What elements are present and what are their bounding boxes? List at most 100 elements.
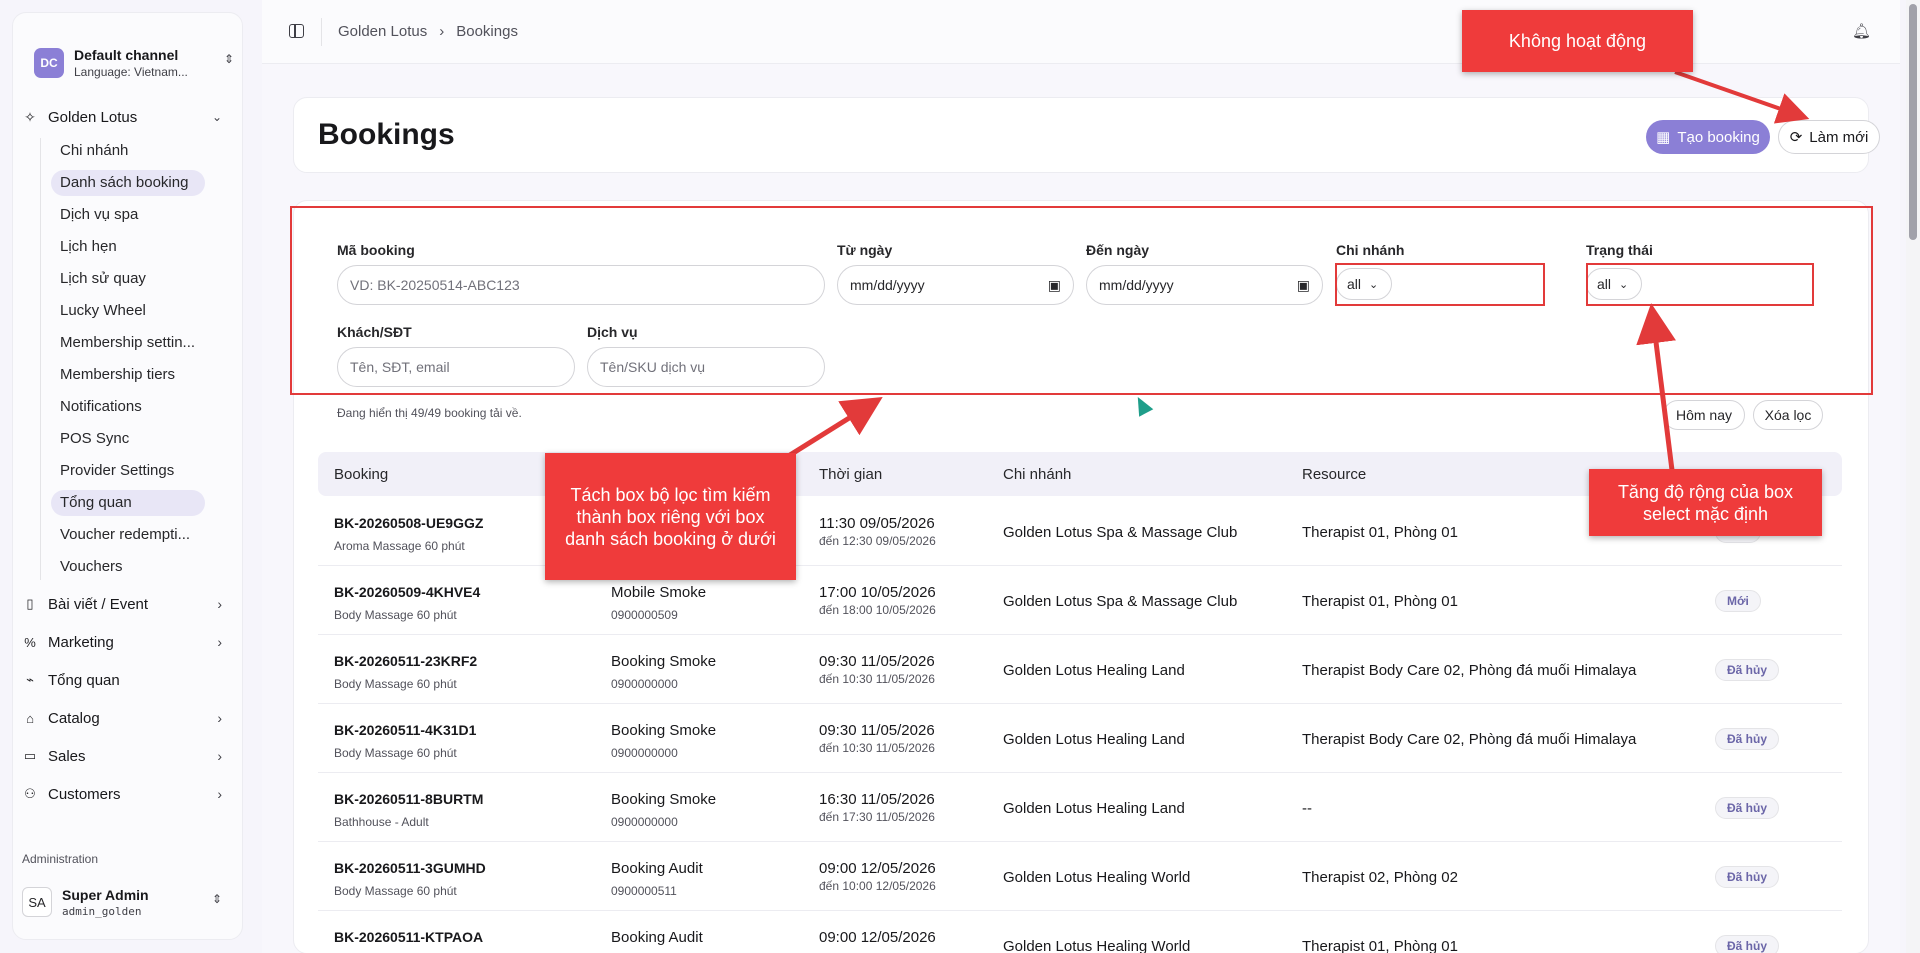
page-header-card: Bookings ▦ Tạo booking ⟳ Làm mới [293, 97, 1880, 173]
channel-title: Default channel [74, 47, 179, 63]
service-name: Body Massage 60 phút [334, 884, 457, 898]
end-time: đến 12:30 09/05/2026 [819, 534, 936, 548]
sidebar-subitem[interactable]: Tổng quan [51, 490, 205, 516]
sidebar-subitem[interactable]: Provider Settings [51, 458, 205, 484]
branch-name: Golden Lotus Healing Land [1003, 800, 1185, 817]
avatar: SA [22, 887, 52, 917]
sidebar-item[interactable]: ▭ Sales › [22, 745, 222, 767]
sidebar-subitem[interactable]: Membership settin... [51, 330, 205, 356]
resource-name: Therapist Body Care 02, Phòng đá muối Hi… [1302, 662, 1637, 679]
sidebar-subitem[interactable]: Voucher redempti... [51, 522, 205, 548]
sidebar-item[interactable]: % Marketing › [22, 631, 222, 653]
table-row[interactable]: BK-20260511-8BURTM Bathhouse - Adult Booki… [318, 773, 1842, 842]
start-time: 09:30 11/05/2026 [819, 722, 935, 739]
sidebar-subitem[interactable]: Lịch hẹn [51, 234, 205, 260]
sidebar-subitem[interactable]: Notifications [51, 394, 205, 420]
service-name: Body Massage 60 phút [334, 746, 457, 760]
chevrons-updown-icon: ⇕ [211, 892, 222, 906]
annotation-inactive-label: Không hoạt động [1462, 10, 1693, 72]
annotation-branch-select-box [1335, 263, 1545, 306]
table-row[interactable]: BK-20260511-3GUMHD Body Massage 60 phút Bo… [318, 842, 1842, 911]
refresh-icon: ⟳ [1789, 129, 1803, 146]
booking-code: BK-20260511-23KRF2 [334, 653, 478, 669]
customer-name: Booking Smoke [611, 722, 717, 739]
sidebar-toggle-icon[interactable] [289, 24, 304, 38]
status-badge: Đã hủy [1715, 935, 1780, 953]
tag-icon: ⌂ [26, 710, 34, 726]
sidebar-subitem[interactable]: Chi nhánh [51, 138, 205, 164]
clear-filter-button[interactable]: Xóa lọc [1753, 400, 1823, 430]
sidebar-subitem[interactable]: Membership tiers [51, 362, 205, 388]
branch-name: Golden Lotus Spa & Massage Club [1003, 524, 1238, 541]
service-name: Body Massage 60 phút [334, 608, 457, 622]
end-time: đến 10:30 11/05/2026 [819, 741, 935, 755]
start-time: 17:00 10/05/2026 [819, 584, 936, 601]
sidebar-item-label: Customers [48, 785, 121, 803]
sidebar-subitem[interactable]: Danh sách booking [51, 170, 205, 196]
breadcrumb: Golden Lotus › Bookings [338, 23, 518, 40]
channel-badge: DC [34, 48, 64, 78]
chevron-right-icon: › [217, 748, 222, 764]
table-row[interactable]: BK-20260511-23KRF2 Body Massage 60 phút Bo… [318, 635, 1842, 704]
service-name: Aroma Massage 60 phút [334, 539, 465, 553]
sidebar-item[interactable]: ⌁ Tổng quan [22, 669, 222, 691]
sidebar-subitem[interactable]: Lucky Wheel [51, 298, 205, 324]
end-time: đến 10:30 11/05/2026 [819, 672, 935, 686]
user-name: Super Admin [62, 886, 149, 903]
user-menu[interactable]: SA Super Admin admin_golden ⇕ [22, 884, 222, 920]
customer-name: Booking Audit [611, 929, 703, 946]
sidebar-item[interactable]: ▯ Bài viết / Event › [22, 593, 222, 615]
create-booking-button[interactable]: ▦ Tạo booking [1646, 120, 1770, 154]
breadcrumb-bookings: Bookings [456, 23, 518, 40]
start-time: 11:30 09/05/2026 [819, 515, 935, 532]
column-header-booking: Booking [334, 466, 389, 483]
scrollbar-thumb[interactable] [1909, 4, 1917, 240]
sidebar-subitem[interactable]: Vouchers [51, 554, 205, 580]
annotation-split-label: Tách box bộ lọc tìm kiếm thành box riêng… [545, 453, 796, 580]
bell-icon[interactable]: 🔔︎ [1852, 22, 1871, 40]
customer-phone: 0900000511 [611, 884, 677, 898]
customer-name: Booking Smoke [611, 791, 717, 808]
sidebar-item-label: Sales [48, 747, 86, 765]
table-row[interactable]: BK-20260511-KTPAOA Booking Audit 09:00 12/… [318, 911, 1842, 953]
customer-phone: 0900000000 [611, 677, 678, 691]
channel-switcher[interactable]: DC Default channel Language: Vietnam... … [34, 34, 234, 92]
status-badge: Đã hủy [1715, 797, 1780, 819]
start-time: 09:30 11/05/2026 [819, 653, 935, 670]
users-icon: ⚇ [24, 786, 36, 801]
page-title: Bookings [318, 118, 455, 151]
status-badge: Đã hủy [1715, 728, 1780, 750]
end-time: đến 18:00 10/05/2026 [819, 603, 936, 617]
nav-group-label: Golden Lotus [48, 108, 138, 126]
resource-name: Therapist Body Care 02, Phòng đá muối Hi… [1302, 731, 1637, 748]
divider [321, 18, 322, 46]
branch-name: Golden Lotus Healing Land [1003, 731, 1185, 748]
booking-code: BK-20260509-4KHVE4 [334, 584, 481, 600]
sidebar-subitem[interactable]: Lịch sử quay [51, 266, 205, 292]
nav-group-golden-lotus[interactable]: ✧ Golden Lotus ⌄ [22, 106, 222, 128]
customer-name: Booking Smoke [611, 653, 717, 670]
chevron-down-icon: ⌄ [211, 110, 222, 124]
column-header-branch: Chi nhánh [1003, 466, 1072, 483]
today-button[interactable]: Hôm nay [1663, 400, 1745, 430]
calendar-icon: ▦ [1656, 129, 1671, 146]
sidebar-subitem[interactable]: Dịch vụ spa [51, 202, 205, 228]
sidebar-item[interactable]: ⚇ Customers › [22, 783, 222, 805]
sidebar-item[interactable]: ⌂ Catalog › [22, 707, 222, 729]
table-row[interactable]: BK-20260511-4K31D1 Body Massage 60 phút Bo… [318, 704, 1842, 773]
customer-phone: 0900000000 [611, 746, 678, 760]
sidebar-subitem[interactable]: POS Sync [51, 426, 205, 452]
chevron-right-icon: › [217, 596, 222, 612]
end-time: đến 10:00 12/05/2026 [819, 879, 936, 893]
end-time: đến 17:30 11/05/2026 [819, 810, 935, 824]
resource-name: -- [1302, 800, 1312, 817]
customer-name: Booking Audit [611, 860, 703, 877]
booking-code: BK-20260511-4K31D1 [334, 722, 477, 738]
resource-name: Therapist 01, Phòng 01 [1302, 938, 1458, 953]
sparkle-icon: ✧ [24, 108, 36, 125]
status-badge: Đã hủy [1715, 659, 1780, 681]
breadcrumb-golden-lotus[interactable]: Golden Lotus [338, 23, 427, 40]
start-time: 09:00 12/05/2026 [819, 860, 936, 877]
refresh-button[interactable]: ⟳ Làm mới [1778, 120, 1880, 154]
booking-code: BK-20260511-KTPAOA [334, 929, 484, 945]
